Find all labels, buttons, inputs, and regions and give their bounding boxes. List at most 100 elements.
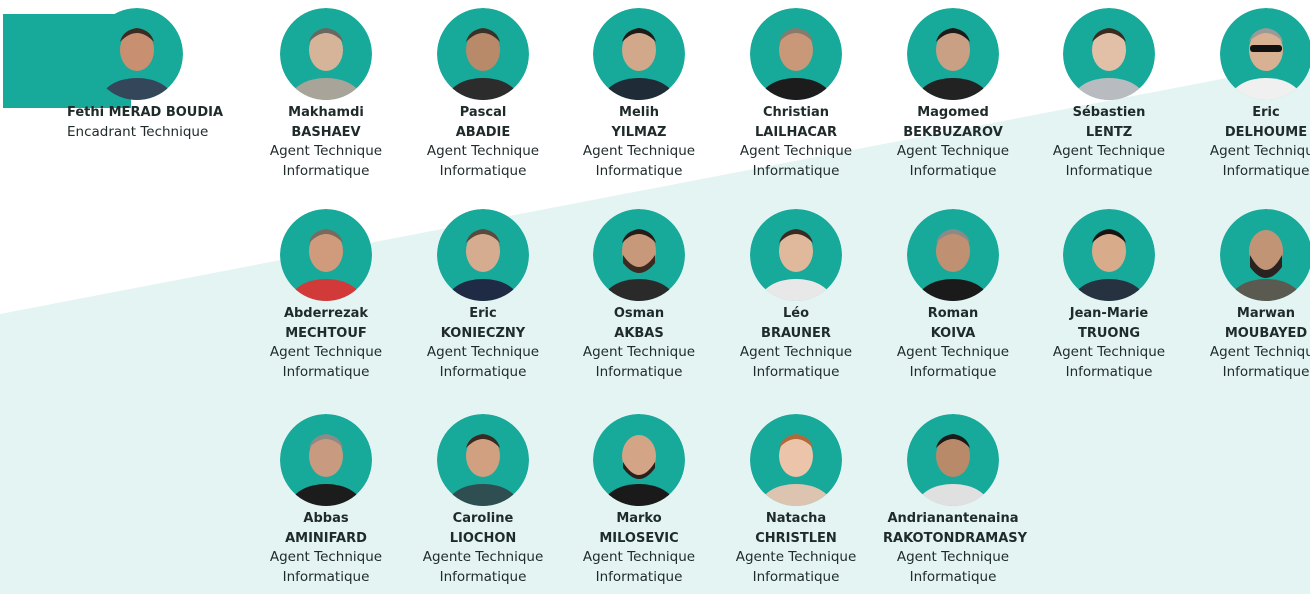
team-member-card: Eric KONIECZNY Agent Technique Informati… [413,209,553,382]
member-last-name: KOIVA [930,325,976,341]
member-first-name: Roman [927,306,979,321]
member-role: Agent Technique [896,143,1010,159]
team-member-card: Magomed BEKBUZAROV Agent Technique Infor… [883,8,1023,181]
member-role: Agent Technique [1052,344,1166,360]
member-role: Agent Technique [269,549,383,565]
member-last-name: BRAUNER [761,325,831,341]
member-role: Agent Technique [1209,344,1310,360]
member-role-line2: Informatique [439,162,527,179]
team-member-card: Marwan MOUBAYED Agent Technique Informat… [1196,209,1310,382]
person-avatar-icon [437,8,529,100]
team-member-card: Pascal ABADIE Agent Technique Informatiq… [413,8,553,181]
person-avatar-icon [907,414,999,506]
member-last-name: RAKOTONDRAMASY [883,530,1028,546]
person-avatar-icon [593,8,685,100]
member-first-name: Marko [616,511,662,526]
member-last-name: TRUONG [1077,325,1141,341]
person-avatar-icon [91,8,183,100]
person-avatar-icon [280,414,372,506]
person-avatar-icon [437,414,529,506]
team-member-card: Abbas AMINIFARD Agent Technique Informat… [256,414,396,587]
team-member-card: Abderrezak MECHTOUF Agent Technique Info… [256,209,396,382]
person-avatar-icon [907,209,999,301]
member-last-name: LIOCHON [449,530,517,546]
lead-role: Encadrant Technique [67,123,209,140]
member-first-name: Melih [619,105,659,120]
person-avatar-icon [280,8,372,100]
member-role: Agent Technique [896,549,1010,565]
member-first-name: Marwan [1236,306,1296,321]
member-first-name: Pascal [459,105,507,120]
member-role-line2: Informatique [282,568,370,585]
member-last-name: AKBAS [614,325,664,341]
team-member-card: Marko MILOSEVIC Agent Technique Informat… [569,414,709,587]
member-role-line2: Informatique [752,568,840,585]
member-last-name: ABADIE [455,124,511,140]
member-last-name: YILMAZ [611,124,667,140]
team-member-card: Makhamdi BASHAEV Agent Technique Informa… [256,8,396,181]
person-avatar-icon [907,8,999,100]
member-role-line2: Informatique [909,568,997,585]
person-avatar-icon [280,209,372,301]
team-member-card: Sébastien LENTZ Agent Technique Informat… [1039,8,1179,181]
member-role-line2: Informatique [595,363,683,380]
team-member-card: Eric DELHOUME Agent Technique Informatiq… [1196,8,1310,181]
member-role-line2: Informatique [439,363,527,380]
team-member-card: Melih YILMAZ Agent Technique Informatiqu… [569,8,709,181]
member-first-name: Sébastien [1072,105,1146,120]
member-role-line2: Informatique [1065,363,1153,380]
member-role: Agent Technique [1209,143,1310,159]
member-last-name: CHRISTLEN [755,530,837,546]
member-last-name: MECHTOUF [285,325,367,341]
member-role-line2: Informatique [1065,162,1153,179]
lead-name: Fethi MERAD BOUDIA [67,105,224,120]
member-role-line2: Informatique [1222,363,1310,380]
member-last-name: BEKBUZAROV [903,124,1003,140]
person-avatar-icon [1063,8,1155,100]
member-role: Agent Technique [426,344,540,360]
member-role-line2: Informatique [909,162,997,179]
member-last-name: KONIECZNY [440,325,526,341]
team-member-card: Caroline LIOCHON Agente Technique Inform… [413,414,553,587]
member-last-name: AMINIFARD [285,530,367,546]
member-first-name: Léo [782,306,810,321]
member-role-line2: Informatique [1222,162,1310,179]
member-role: Agente Technique [735,549,857,565]
member-last-name: MILOSEVIC [599,530,679,546]
person-avatar-icon [593,414,685,506]
member-role: Agente Technique [422,549,544,565]
member-role: Agent Technique [582,344,696,360]
team-member-card: Christian LAILHACAR Agent Technique Info… [726,8,866,181]
member-first-name: Natacha [765,511,827,526]
member-role: Agent Technique [269,344,383,360]
person-avatar-icon [437,209,529,301]
member-first-name: Magomed [917,105,989,120]
member-first-name: Andrianantenaina [887,511,1019,526]
member-role-line2: Informatique [282,162,370,179]
member-first-name: Caroline [452,511,514,526]
person-avatar-icon [750,8,842,100]
member-first-name: Osman [613,306,665,321]
member-last-name: LAILHACAR [754,124,838,140]
lead-card: Fethi MERAD BOUDIA Encadrant Technique [67,8,224,142]
member-role-line2: Informatique [752,363,840,380]
member-role-line2: Informatique [282,363,370,380]
member-first-name: Eric [1252,105,1280,120]
member-role: Agent Technique [896,344,1010,360]
person-avatar-icon [593,209,685,301]
team-member-card: Andrianantenaina RAKOTONDRAMASY Agent Te… [883,414,1028,587]
member-last-name: DELHOUME [1224,124,1308,140]
team-member-card: Natacha CHRISTLEN Agente Technique Infor… [726,414,866,587]
team-member-card: Osman AKBAS Agent Technique Informatique [569,209,709,382]
member-first-name: Jean-Marie [1069,306,1149,321]
team-member-card: Jean-Marie TRUONG Agent Technique Inform… [1039,209,1179,382]
member-role: Agent Technique [426,143,540,159]
member-role: Agent Technique [582,549,696,565]
team-member-card: Léo BRAUNER Agent Technique Informatique [726,209,866,382]
member-first-name: Makhamdi [288,105,364,120]
person-avatar-icon [1063,209,1155,301]
member-last-name: BASHAEV [291,124,361,140]
person-avatar-icon [750,209,842,301]
member-role: Agent Technique [582,143,696,159]
member-role-line2: Informatique [752,162,840,179]
